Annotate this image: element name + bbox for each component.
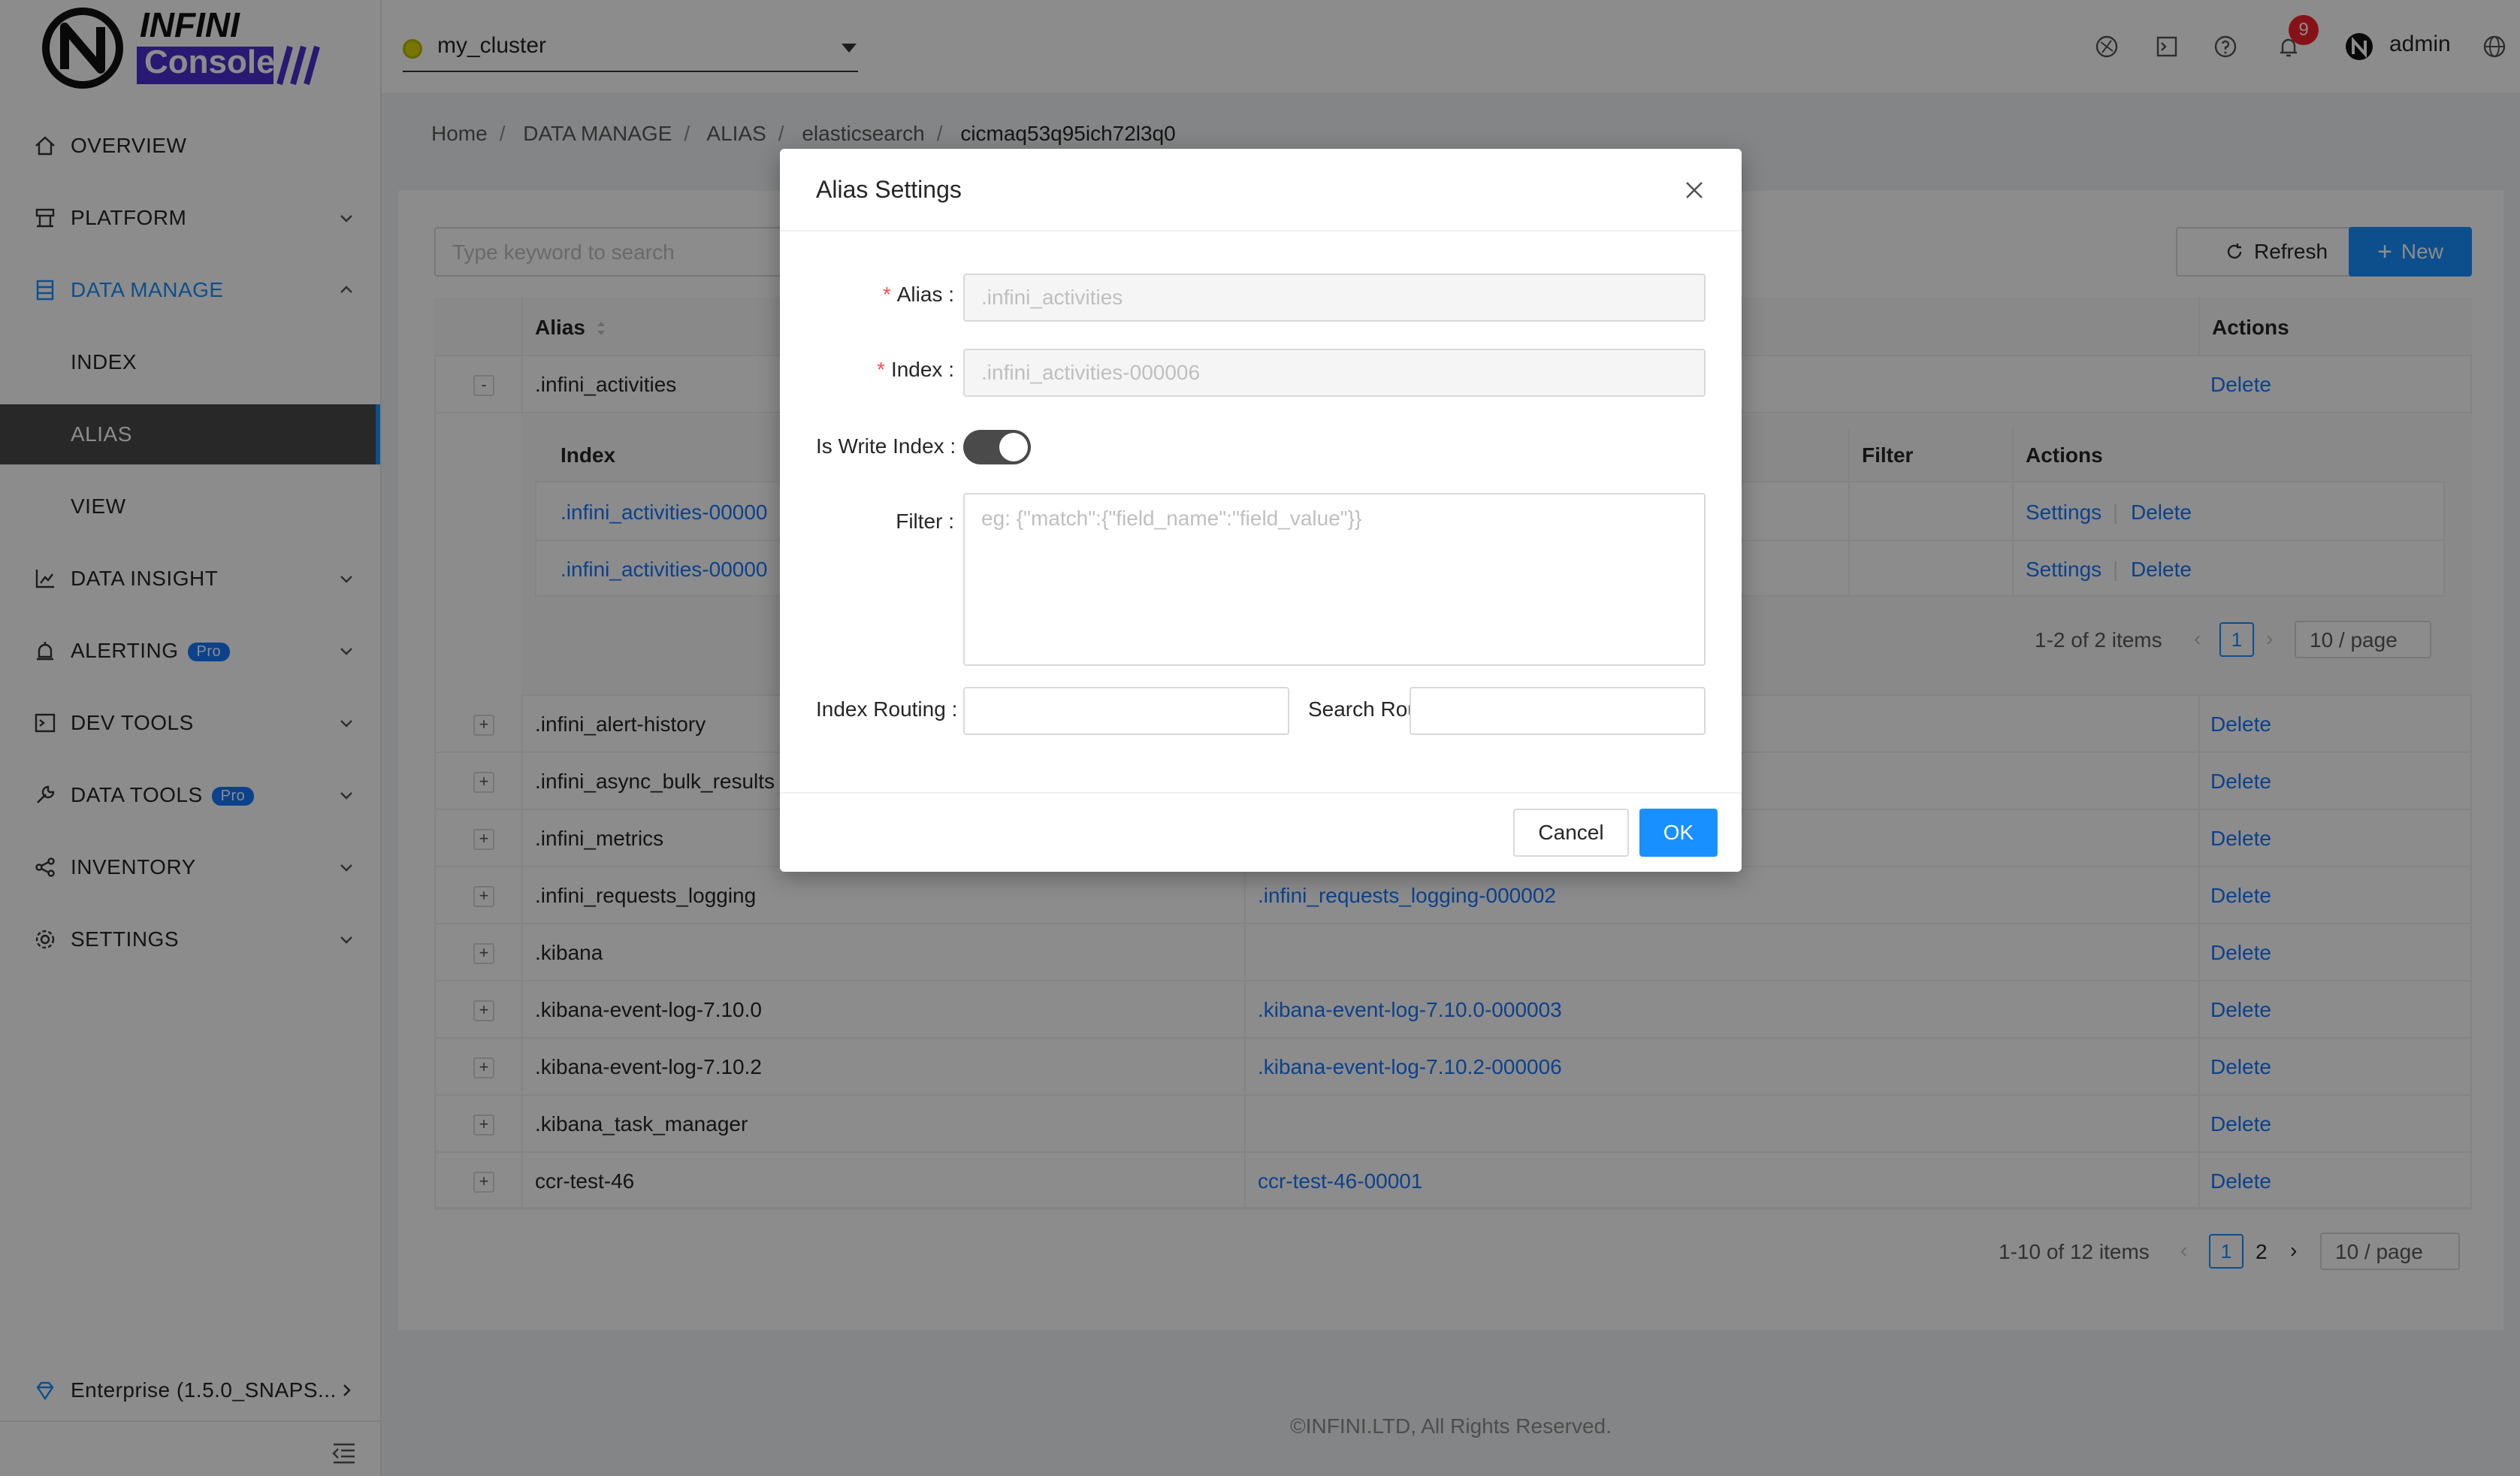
filter-field-label: Filter : <box>896 510 954 533</box>
search-routing-input[interactable] <box>1410 687 1706 735</box>
alias-field-label: * Alias : <box>882 283 954 306</box>
write-index-toggle[interactable] <box>963 430 1031 464</box>
ok-button[interactable]: OK <box>1639 809 1718 857</box>
index-field[interactable]: .infini_activities-000006 <box>963 349 1706 397</box>
required-mark: * <box>877 358 885 381</box>
divider <box>780 792 1742 794</box>
required-mark: * <box>882 283 891 306</box>
alias-field[interactable]: .infini_activities <box>963 274 1706 322</box>
index-routing-label: Index Routing : <box>816 697 958 721</box>
alias-settings-modal: Alias Settings * Alias : .infini_activiti… <box>780 149 1742 872</box>
modal-title: Alias Settings <box>816 176 962 203</box>
close-icon[interactable] <box>1682 177 1707 203</box>
filter-textarea[interactable]: eg: {"match":{"field_name":"field_value"… <box>963 493 1706 666</box>
index-field-label: * Index : <box>877 358 954 381</box>
write-index-label: Is Write Index : <box>816 434 956 458</box>
cancel-button[interactable]: Cancel <box>1513 809 1629 857</box>
toggle-knob <box>999 433 1028 461</box>
index-routing-input[interactable] <box>963 687 1289 735</box>
